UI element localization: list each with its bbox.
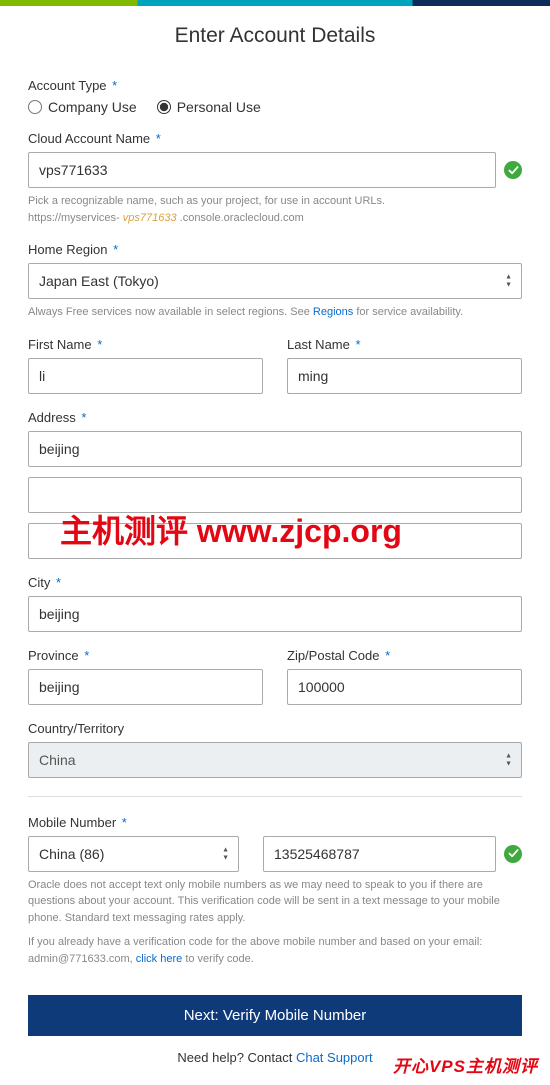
city-group: City * xyxy=(28,575,522,632)
regions-link[interactable]: Regions xyxy=(313,306,353,318)
last-name-input[interactable] xyxy=(287,358,522,394)
radio-company-input[interactable] xyxy=(28,100,42,114)
divider xyxy=(28,796,522,797)
first-name-input[interactable] xyxy=(28,358,263,394)
address-line1-input[interactable] xyxy=(28,431,522,467)
city-input[interactable] xyxy=(28,596,522,632)
mobile-country-select[interactable] xyxy=(28,836,239,872)
account-type-group: Account Type * Company Use Personal Use xyxy=(28,78,522,115)
footer-help: Need help? Contact Chat Support xyxy=(28,1050,522,1065)
form-container: Enter Account Details Account Type * Com… xyxy=(0,6,550,1085)
account-name-hint: Pick a recognizable name, such as your p… xyxy=(28,193,522,226)
zip-group: Zip/Postal Code * xyxy=(287,648,522,705)
name-row: First Name * Last Name * xyxy=(28,337,522,394)
radio-company-use[interactable]: Company Use xyxy=(28,99,137,115)
home-region-hint: Always Free services now available in se… xyxy=(28,304,522,321)
account-name-input[interactable] xyxy=(28,152,496,188)
radio-personal-use[interactable]: Personal Use xyxy=(157,99,261,115)
account-name-label: Cloud Account Name * xyxy=(28,131,522,146)
home-region-label: Home Region * xyxy=(28,242,522,257)
address-line2-input[interactable] xyxy=(28,477,522,513)
country-group: Country/Territory ▲▼ xyxy=(28,721,522,778)
home-region-group: Home Region * ▲▼ Always Free services no… xyxy=(28,242,522,321)
mobile-hint-2: If you already have a verification code … xyxy=(28,934,522,967)
province-zip-row: Province * Zip/Postal Code * xyxy=(28,648,522,705)
account-type-label: Account Type * xyxy=(28,78,522,93)
address-line3-input[interactable] xyxy=(28,523,522,559)
account-name-group: Cloud Account Name * Pick a recognizable… xyxy=(28,131,522,226)
mobile-number-input[interactable] xyxy=(263,836,496,872)
click-here-link[interactable]: click here xyxy=(136,953,182,965)
check-icon xyxy=(504,161,522,179)
page-title: Enter Account Details xyxy=(28,24,522,48)
last-name-group: Last Name * xyxy=(287,337,522,394)
chat-support-link[interactable]: Chat Support xyxy=(296,1050,373,1065)
next-verify-button[interactable]: Next: Verify Mobile Number xyxy=(28,995,522,1036)
required-star: * xyxy=(112,78,117,93)
check-icon xyxy=(504,845,522,863)
home-region-select[interactable] xyxy=(28,263,522,299)
radio-personal-input[interactable] xyxy=(157,100,171,114)
country-select[interactable] xyxy=(28,742,522,778)
province-group: Province * xyxy=(28,648,263,705)
mobile-hint-1: Oracle does not accept text only mobile … xyxy=(28,877,522,927)
mobile-group: Mobile Number * ▲▼ Oracle does not accep… xyxy=(28,815,522,968)
first-name-group: First Name * xyxy=(28,337,263,394)
address-group: Address * xyxy=(28,410,522,559)
province-input[interactable] xyxy=(28,669,263,705)
account-type-radios: Company Use Personal Use xyxy=(28,99,522,115)
zip-input[interactable] xyxy=(287,669,522,705)
